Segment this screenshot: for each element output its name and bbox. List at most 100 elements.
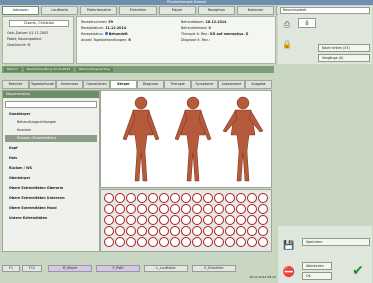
tab-laufkarte[interactable]: Laufkarte bbox=[41, 6, 79, 15]
recipe-right-col: Befunddatum: 16.12.2014 Befunddiamant: 0… bbox=[181, 20, 273, 42]
tree-item[interactable]: Rücken / WS bbox=[5, 165, 97, 172]
label: Rezeptnummer bbox=[81, 20, 107, 24]
tab-koerper[interactable]: Körper bbox=[110, 80, 137, 89]
symbol-grid bbox=[100, 189, 272, 252]
label: Befunddatum bbox=[181, 20, 204, 24]
value: KG auf neurophys. G bbox=[210, 32, 249, 36]
value: 6 bbox=[128, 38, 131, 42]
print-icon[interactable]: ⎙ bbox=[280, 18, 294, 32]
tab-befunde[interactable]: Befunde bbox=[2, 80, 29, 89]
recipe-row-number: Rezeptnummer: 59 bbox=[81, 20, 114, 24]
status-dot-icon bbox=[104, 32, 108, 35]
recipe-row-count: Anzahl Tagesbehandlungen: 6 bbox=[81, 38, 131, 42]
save-icon[interactable]: 💾 bbox=[282, 240, 296, 252]
sub-tab-bar: Befunde Tagesbefunde Anamnese Operatione… bbox=[2, 80, 272, 89]
recipe-row-status: Rezeptstatus: Behandelt bbox=[81, 32, 128, 36]
tab-operationen[interactable]: Operationen bbox=[83, 80, 110, 89]
ok-button[interactable]: OK bbox=[302, 272, 332, 280]
action-panel: 💾 Speichern ⛔ Abbrechen OK ✔ bbox=[278, 226, 372, 283]
left-search-input[interactable] bbox=[5, 101, 97, 108]
tree-item[interactable]: Behandlungsrichtungen bbox=[5, 119, 97, 126]
tab-rezeption[interactable]: Rezeption bbox=[197, 6, 235, 15]
tab-kalender[interactable]: Kalender bbox=[236, 6, 274, 15]
processes-button[interactable]: Vorgänge (0) bbox=[318, 54, 370, 62]
recipe-row-date: Rezeptdatum: 11.12.2014 bbox=[81, 26, 127, 30]
recipe-row-therapie: Therapie lt. Rez.: KG auf neurophys. G bbox=[181, 32, 249, 36]
label: Rezeptdatum bbox=[81, 26, 104, 30]
right-panel: Besuchsarbeit ⎙ 🔒 ⎙ Nachrichten (53) Vor… bbox=[278, 6, 372, 64]
tree-item[interactable]: Knochen bbox=[5, 127, 97, 134]
patient-dob-row: Geb.-Datum: 01.11.2003 bbox=[7, 31, 49, 35]
save-button[interactable]: Speichern bbox=[302, 238, 370, 246]
cancel-button[interactable]: Abbrechen bbox=[302, 262, 332, 270]
tab-meyer[interactable]: Meyer bbox=[158, 6, 196, 15]
label: Rezeptstatus bbox=[81, 32, 103, 36]
left-pane: Körperschema Ganzkörper Behandlungsricht… bbox=[2, 90, 100, 252]
gender-label: Geschlecht bbox=[7, 43, 26, 47]
tab-e-einheiten[interactable]: E_Einheiten bbox=[192, 265, 236, 272]
status-nachbehandlung-button[interactable]: Nachbehandlung 02.03.2015 bbox=[23, 67, 74, 72]
value: 11.12.2014 bbox=[105, 26, 127, 30]
top-tab-bar: Adressen Laufkarte Patientenakte Einheit… bbox=[2, 6, 274, 15]
cancel-icon[interactable]: ⛔ bbox=[282, 266, 296, 280]
bottom-status-text: 16.12.2014 08:15 bbox=[249, 275, 276, 279]
tree-item[interactable]: Obere Extremitäten Oberarm bbox=[5, 185, 97, 192]
status-vertrag-button[interactable]: Behandlungsvertrag bbox=[76, 67, 113, 72]
tree-item[interactable]: Hals bbox=[5, 155, 97, 162]
tree-item[interactable]: Obere Extremitäten Unterarm bbox=[5, 195, 97, 202]
symbol-icons[interactable] bbox=[101, 190, 271, 251]
recipe-left-col: Rezeptnummer: 59 Rezeptdatum: 11.12.2014… bbox=[81, 20, 176, 42]
tab-einheiten[interactable]: Einheiten bbox=[119, 6, 157, 15]
patient-insurance: Pabst; Kassenpatient bbox=[7, 37, 42, 41]
patient-gender-row: Geschlecht: M bbox=[7, 43, 31, 47]
tab-symptome[interactable]: Symptome bbox=[191, 80, 218, 89]
f12-button[interactable]: F12 bbox=[22, 265, 42, 272]
lock-icon[interactable]: 🔒 bbox=[280, 38, 294, 52]
tab-assessment[interactable]: Assessment bbox=[218, 80, 245, 89]
gender-value: M bbox=[27, 43, 31, 47]
right-panel-title[interactable]: Besuchsarbeit bbox=[280, 7, 370, 14]
tab-adressen[interactable]: Adressen bbox=[2, 6, 40, 15]
recipe-row-befunddiamant: Befunddiamant: 0 bbox=[181, 26, 211, 30]
status-bar: Befund Nachbehandlung 02.03.2015 Behandl… bbox=[2, 66, 274, 73]
value: 59 bbox=[108, 20, 114, 24]
tab-ausgabe[interactable]: Ausgabe bbox=[245, 80, 272, 89]
window-title: Physiotherapie Rezept bbox=[0, 0, 373, 5]
recipe-row-befunddatum: Befunddatum: 16.12.2014 bbox=[181, 20, 227, 24]
confirm-check-icon[interactable]: ✔ bbox=[348, 262, 368, 280]
status-befund-button[interactable]: Befund bbox=[4, 67, 21, 72]
label: Anzahl Tagesbehandlungen bbox=[81, 38, 127, 42]
body-muscle-image[interactable] bbox=[100, 90, 272, 188]
tree-item[interactable]: Oberkörper bbox=[5, 175, 97, 182]
tab-anamnese[interactable]: Anamnese bbox=[56, 80, 83, 89]
tab-p-patti[interactable]: P_Patti bbox=[96, 265, 140, 272]
dob-value: 01.11.2003 bbox=[29, 31, 49, 35]
dob-label: Geb.-Datum bbox=[7, 31, 28, 35]
tab-m-meyer[interactable]: M_Meyer bbox=[48, 265, 92, 272]
fax-button[interactable]: ⎙ bbox=[298, 18, 316, 28]
tab-l-laufkarte[interactable]: L_Laufkarte bbox=[144, 265, 188, 272]
left-pane-header: Körperschema bbox=[3, 91, 99, 98]
patient-panel: Cisaris, Christian Geb.-Datum: 01.11.200… bbox=[2, 16, 74, 64]
tab-therapie[interactable]: Therapie bbox=[164, 80, 191, 89]
tree-item[interactable]: Untere Extremitäten bbox=[5, 215, 97, 222]
label: Therapie lt. Rez. bbox=[181, 32, 208, 36]
tree-item[interactable]: Ganzkörper bbox=[5, 111, 97, 118]
tree-item[interactable]: Obere Extremitäten Hand bbox=[5, 205, 97, 212]
patient-name-field[interactable]: Cisaris, Christian bbox=[9, 20, 69, 27]
value: 0 bbox=[208, 26, 211, 30]
tab-tagesbefunde[interactable]: Tagesbefunde bbox=[29, 80, 56, 89]
label: Diagnose lt. Rez. bbox=[181, 38, 209, 42]
recipe-row-diagnose: Diagnose lt. Rez.: bbox=[181, 38, 210, 42]
recipe-panel: Rezeptnummer: 59 Rezeptdatum: 11.12.2014… bbox=[76, 16, 276, 64]
tree-item-selected[interactable]: Muskeln (Muskelketten) bbox=[5, 135, 97, 142]
anatomy-figure-icon bbox=[122, 96, 264, 182]
messages-button[interactable]: Nachrichten (53) bbox=[318, 44, 370, 52]
tab-patientenakte[interactable]: Patientenakte bbox=[80, 6, 118, 15]
label: Befunddiamant bbox=[181, 26, 207, 30]
tree-item[interactable]: Kopf bbox=[5, 145, 97, 152]
f1-button[interactable]: F1 bbox=[2, 265, 20, 272]
value: Behandelt bbox=[108, 32, 128, 36]
tab-diagnose[interactable]: Diagnose bbox=[137, 80, 164, 89]
bottom-bar: F1 F12 M_Meyer P_Patti L_Laufkarte E_Ein… bbox=[0, 256, 280, 283]
